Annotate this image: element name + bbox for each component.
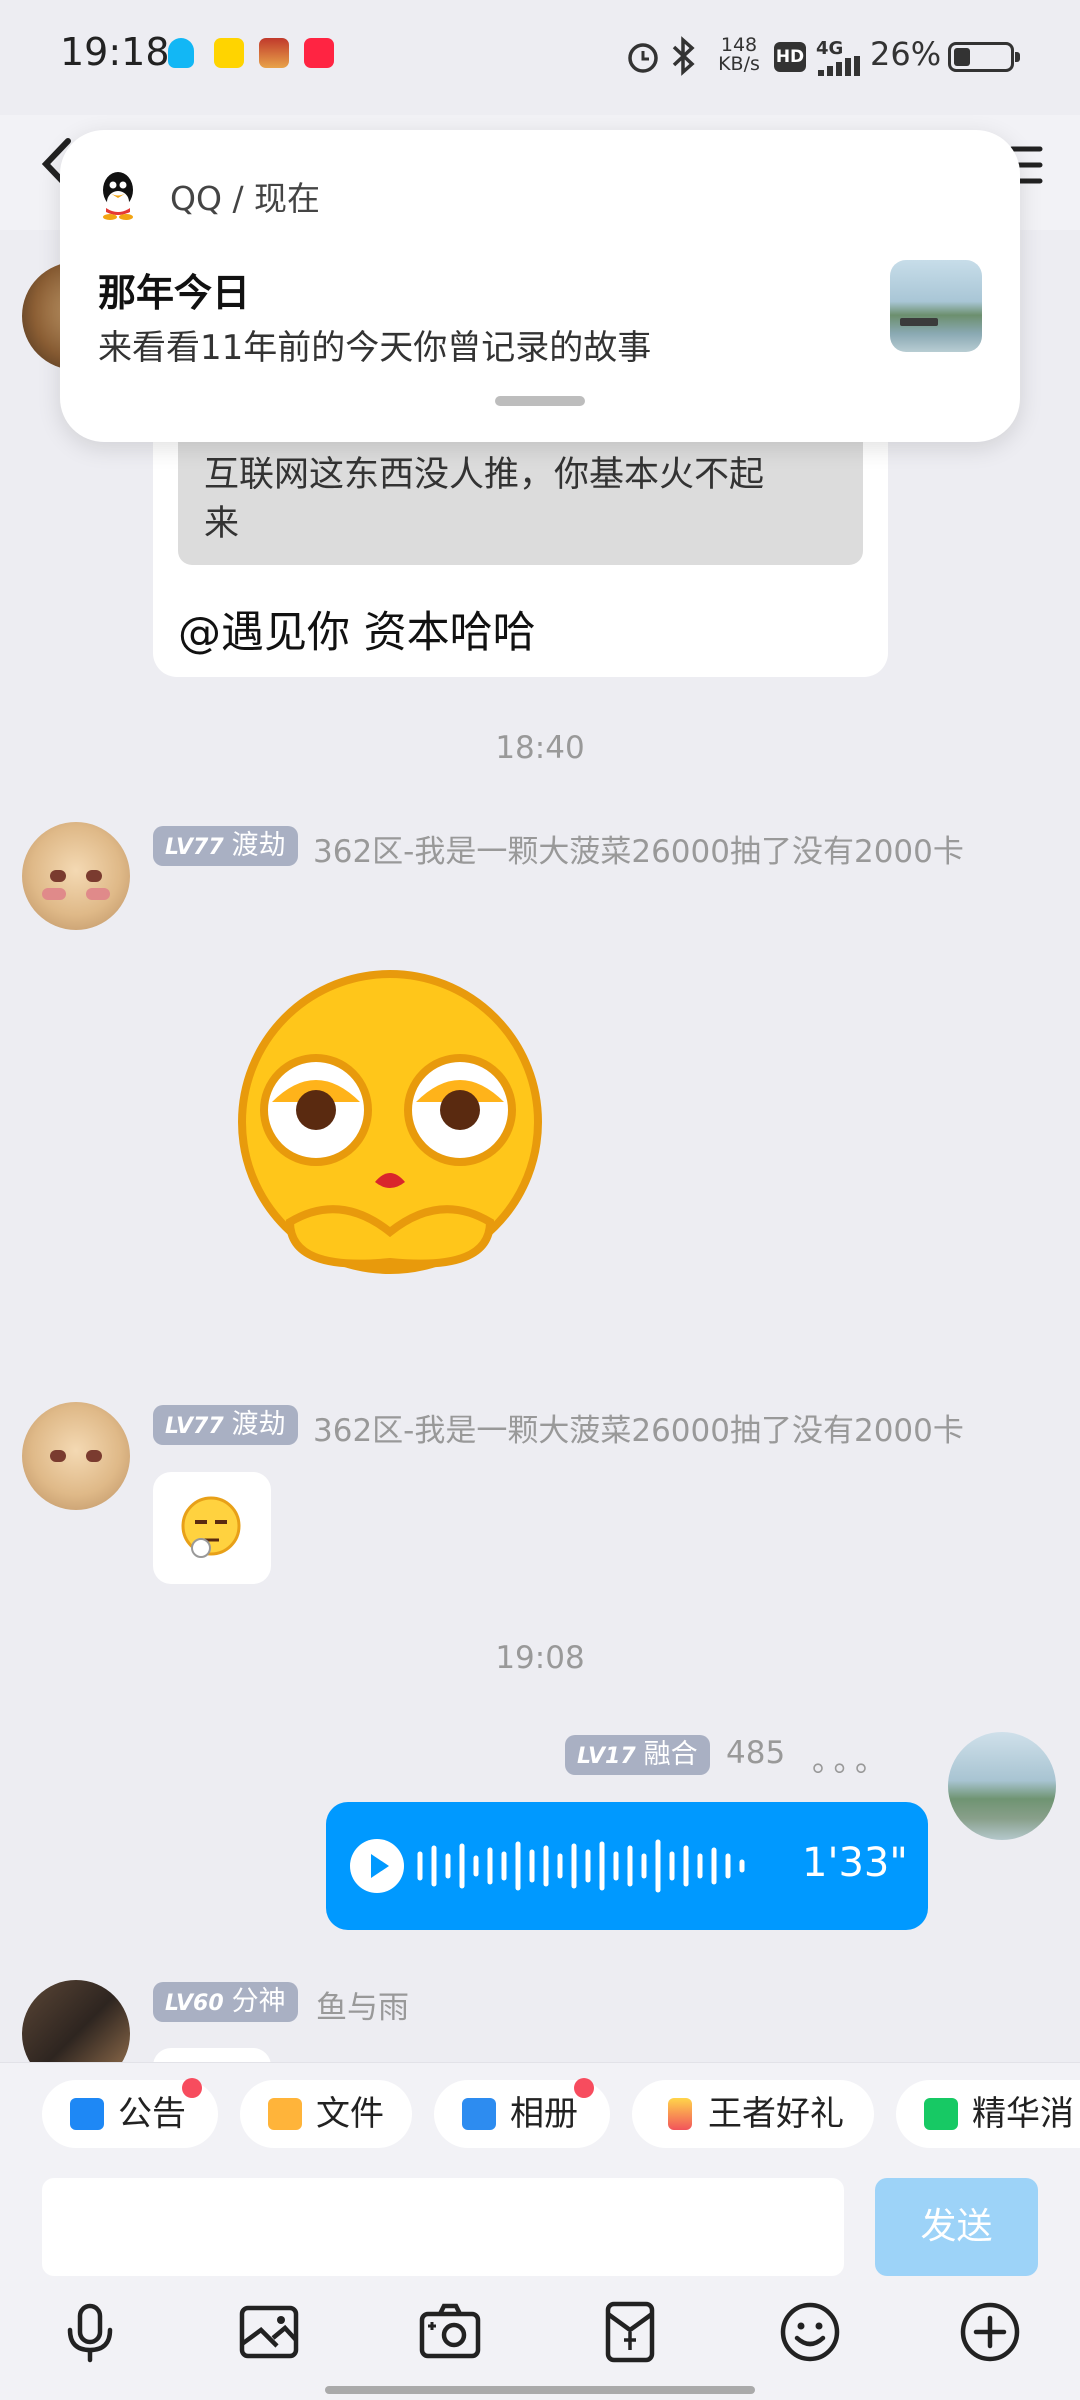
- sender-name: 鱼与雨: [316, 1990, 409, 2026]
- signal-icon: [818, 56, 860, 76]
- avatar[interactable]: [22, 1402, 130, 1510]
- status-bar: 19:18 148 KB/s HD 4G 26%: [0, 0, 1080, 115]
- message-text: @遇见你 资本哈哈: [178, 608, 536, 658]
- sender-name-suffix: 。。。: [812, 1743, 892, 1779]
- sticker-emoji[interactable]: [220, 962, 560, 1302]
- album-icon: [462, 2098, 496, 2130]
- qq-logo-icon: [103, 172, 133, 220]
- microphone-icon[interactable]: [58, 2300, 122, 2364]
- level-badge: LV77 渡劫: [153, 826, 298, 866]
- folder-icon: [268, 2098, 302, 2130]
- message-input[interactable]: [42, 2178, 844, 2276]
- quoted-text-line1: 互联网这东西没人推，你基本火不起: [204, 455, 765, 495]
- avatar[interactable]: [22, 822, 130, 930]
- camera-icon[interactable]: [418, 2300, 482, 2364]
- notification-dot: [182, 2078, 202, 2098]
- message-bubble[interactable]: [153, 1472, 271, 1584]
- image-icon[interactable]: [237, 2300, 301, 2364]
- notification-title: 那年今日: [98, 271, 251, 315]
- sender-name: 362区-我是一颗大菠菜26000抽了没有2000卡: [313, 834, 964, 870]
- notification-drag-handle[interactable]: [495, 396, 585, 406]
- app-icon-yellow: [214, 38, 244, 68]
- notification-body: 来看看11年前的今天你曾记录的故事: [98, 328, 652, 368]
- bluetooth-icon: [672, 36, 695, 76]
- battery-icon: [948, 42, 1020, 72]
- status-time: 19:18: [60, 30, 170, 74]
- essence-icon: [924, 2098, 958, 2130]
- sender-name: 485: [726, 1735, 786, 1771]
- shortcut-files[interactable]: 文件: [240, 2080, 412, 2148]
- quoted-text-line2: 来: [204, 504, 240, 544]
- sender-name: 362区-我是一颗大菠菜26000抽了没有2000卡: [313, 1413, 964, 1449]
- gift-icon: [668, 2098, 692, 2130]
- battery-percent: 26%: [870, 35, 942, 73]
- network-speed: 148 KB/s: [718, 34, 760, 75]
- level-badge: LV77 渡劫: [153, 1405, 298, 1445]
- emoji-icon[interactable]: [778, 2300, 842, 2364]
- shortcut-essence[interactable]: 精华消: [896, 2080, 1080, 2148]
- qq-icon: [168, 38, 194, 68]
- avatar[interactable]: [948, 1732, 1056, 1840]
- timestamp: 19:08: [495, 1640, 585, 1676]
- waveform-icon: [417, 1839, 745, 1893]
- level-badge: LV60 分神: [153, 1982, 298, 2022]
- voice-message[interactable]: 1'33": [326, 1802, 928, 1930]
- notification-thumbnail: [890, 260, 982, 352]
- play-icon[interactable]: [350, 1839, 404, 1893]
- alarm-icon: [628, 43, 658, 73]
- plus-icon[interactable]: [958, 2300, 1022, 2364]
- emoji-sticker: [181, 1496, 241, 1558]
- notification-dot: [574, 2078, 594, 2098]
- game-icon: [259, 38, 289, 68]
- hd-badge: HD: [774, 42, 806, 72]
- shortcut-announcement[interactable]: 公告: [42, 2078, 218, 2148]
- shortcut-album[interactable]: 相册: [434, 2078, 610, 2148]
- level-badge: LV17 融合: [565, 1735, 710, 1775]
- shortcut-gift[interactable]: 王者好礼: [632, 2080, 874, 2148]
- send-button[interactable]: 发送: [875, 2178, 1038, 2276]
- announcement-icon: [70, 2098, 104, 2130]
- notification-app: QQ / 现在: [170, 179, 321, 218]
- notification-banner[interactable]: QQ / 现在 那年今日 来看看11年前的今天你曾记录的故事: [60, 130, 1020, 442]
- home-indicator[interactable]: [325, 2386, 755, 2394]
- timestamp: 18:40: [495, 730, 585, 766]
- voice-duration: 1'33": [802, 1840, 908, 1886]
- red-packet-icon[interactable]: [598, 2300, 662, 2364]
- xiaohongshu-icon: [304, 38, 334, 68]
